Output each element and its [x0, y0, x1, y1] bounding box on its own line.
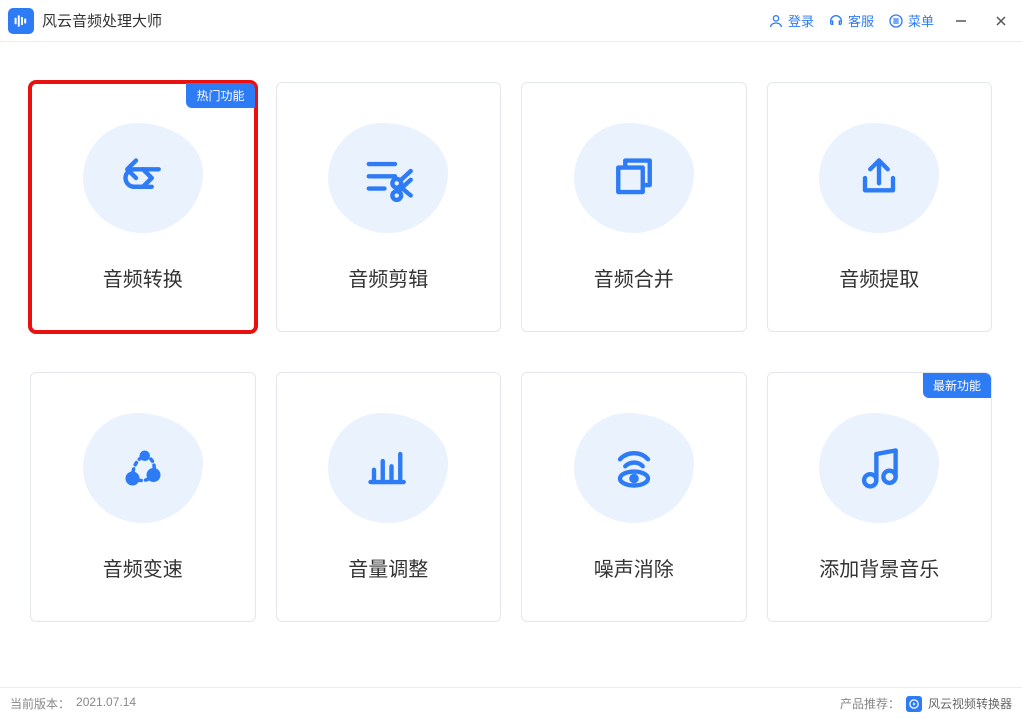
version-label: 当前版本：: [10, 695, 70, 712]
statusbar: 当前版本： 2021.07.14 产品推荐： 风云视频转换器: [0, 687, 1022, 719]
menu-label: 菜单: [908, 11, 934, 30]
volume-icon: [328, 413, 448, 523]
close-button[interactable]: [988, 8, 1014, 34]
minimize-button[interactable]: [948, 8, 974, 34]
card-audio-cut[interactable]: 音频剪辑: [276, 82, 502, 332]
speed-icon: [83, 413, 203, 523]
card-label: 音频提取: [839, 263, 919, 292]
login-button[interactable]: 登录: [768, 11, 814, 30]
badge-hot: 热门功能: [186, 83, 254, 108]
card-label: 音频转换: [103, 263, 183, 292]
card-label: 音频剪辑: [348, 263, 428, 292]
convert-icon: [83, 123, 203, 233]
card-label: 添加背景音乐: [819, 553, 939, 582]
card-label: 音频合并: [594, 263, 674, 292]
card-volume-adjust[interactable]: 音量调整: [276, 372, 502, 622]
extract-icon: [819, 123, 939, 233]
card-label: 音频变速: [103, 553, 183, 582]
recommend-icon: [906, 696, 922, 712]
card-audio-merge[interactable]: 音频合并: [521, 82, 747, 332]
version-value: 2021.07.14: [76, 695, 136, 712]
recommend-label: 产品推荐：: [840, 695, 900, 712]
service-label: 客服: [848, 11, 874, 30]
card-label: 音量调整: [348, 553, 428, 582]
menu-button[interactable]: 菜单: [888, 11, 934, 30]
music-icon: [819, 413, 939, 523]
app-logo-icon: [8, 8, 34, 34]
merge-icon: [574, 123, 694, 233]
noise-icon: [574, 413, 694, 523]
card-audio-convert[interactable]: 热门功能 音频转换: [30, 82, 256, 332]
card-audio-extract[interactable]: 音频提取: [767, 82, 993, 332]
cut-icon: [328, 123, 448, 233]
card-noise-remove[interactable]: 噪声消除: [521, 372, 747, 622]
card-label: 噪声消除: [594, 553, 674, 582]
recommend-value[interactable]: 风云视频转换器: [928, 695, 1012, 712]
card-add-bgm[interactable]: 最新功能 添加背景音乐: [767, 372, 993, 622]
titlebar: 风云音频处理大师 登录 客服 菜单: [0, 0, 1022, 42]
service-button[interactable]: 客服: [828, 11, 874, 30]
app-title: 风云音频处理大师: [42, 10, 162, 31]
titlebar-actions: 登录 客服 菜单: [768, 8, 1014, 34]
badge-new: 最新功能: [923, 373, 991, 398]
card-audio-speed[interactable]: 音频变速: [30, 372, 256, 622]
login-label: 登录: [788, 11, 814, 30]
main-grid: 热门功能 音频转换: [0, 42, 1022, 687]
